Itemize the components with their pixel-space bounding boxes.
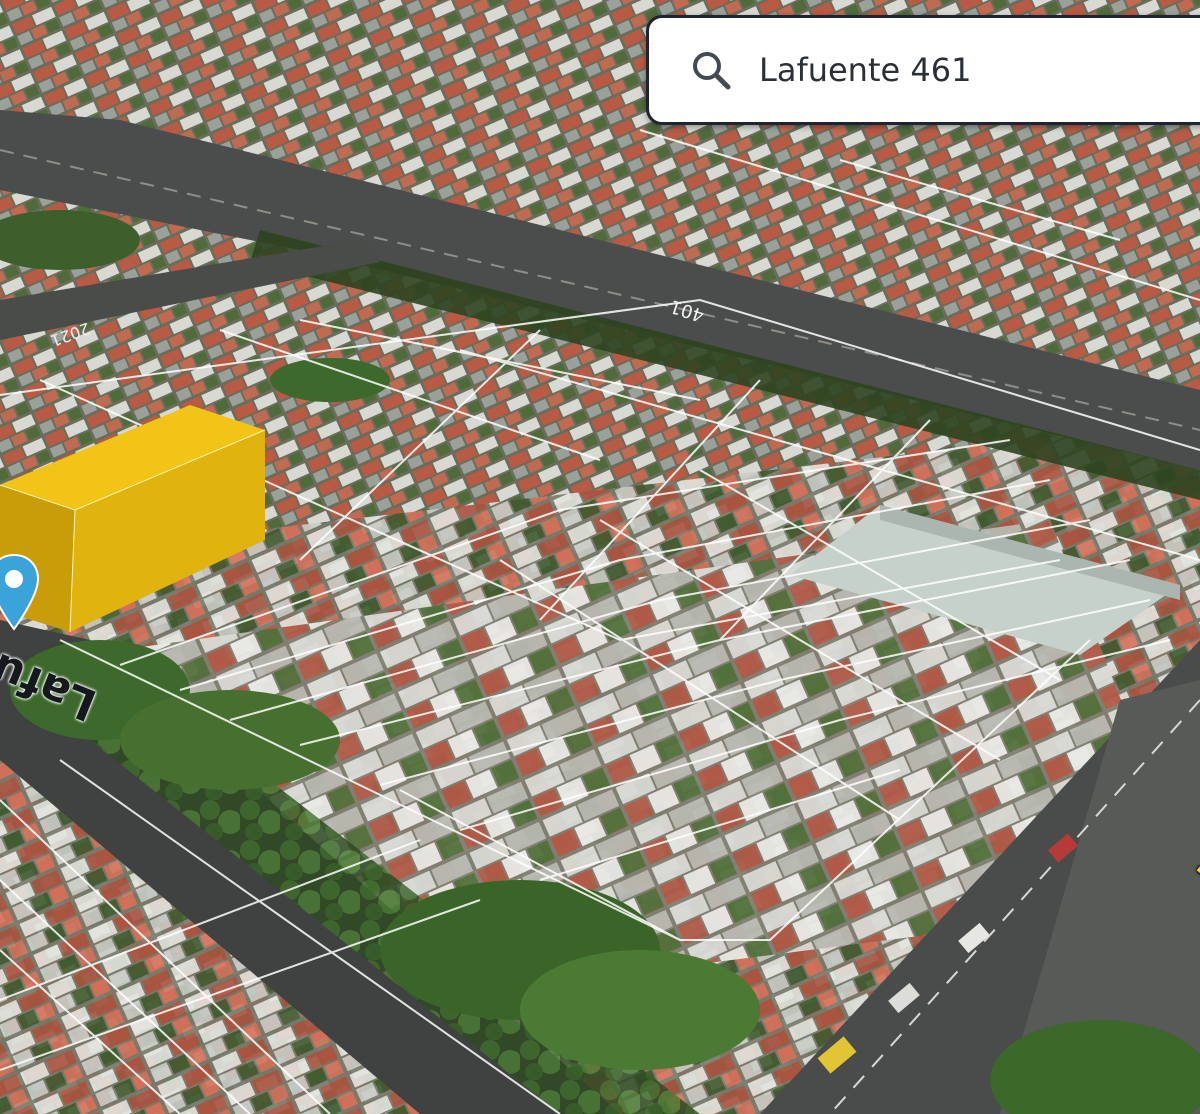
- search-input[interactable]: [759, 51, 1179, 89]
- search-box[interactable]: [646, 15, 1200, 125]
- search-icon[interactable]: [689, 48, 733, 92]
- map-pin-icon[interactable]: [0, 553, 40, 633]
- map-view[interactable]: Lafuente AV. 401 2021: [0, 0, 1200, 1114]
